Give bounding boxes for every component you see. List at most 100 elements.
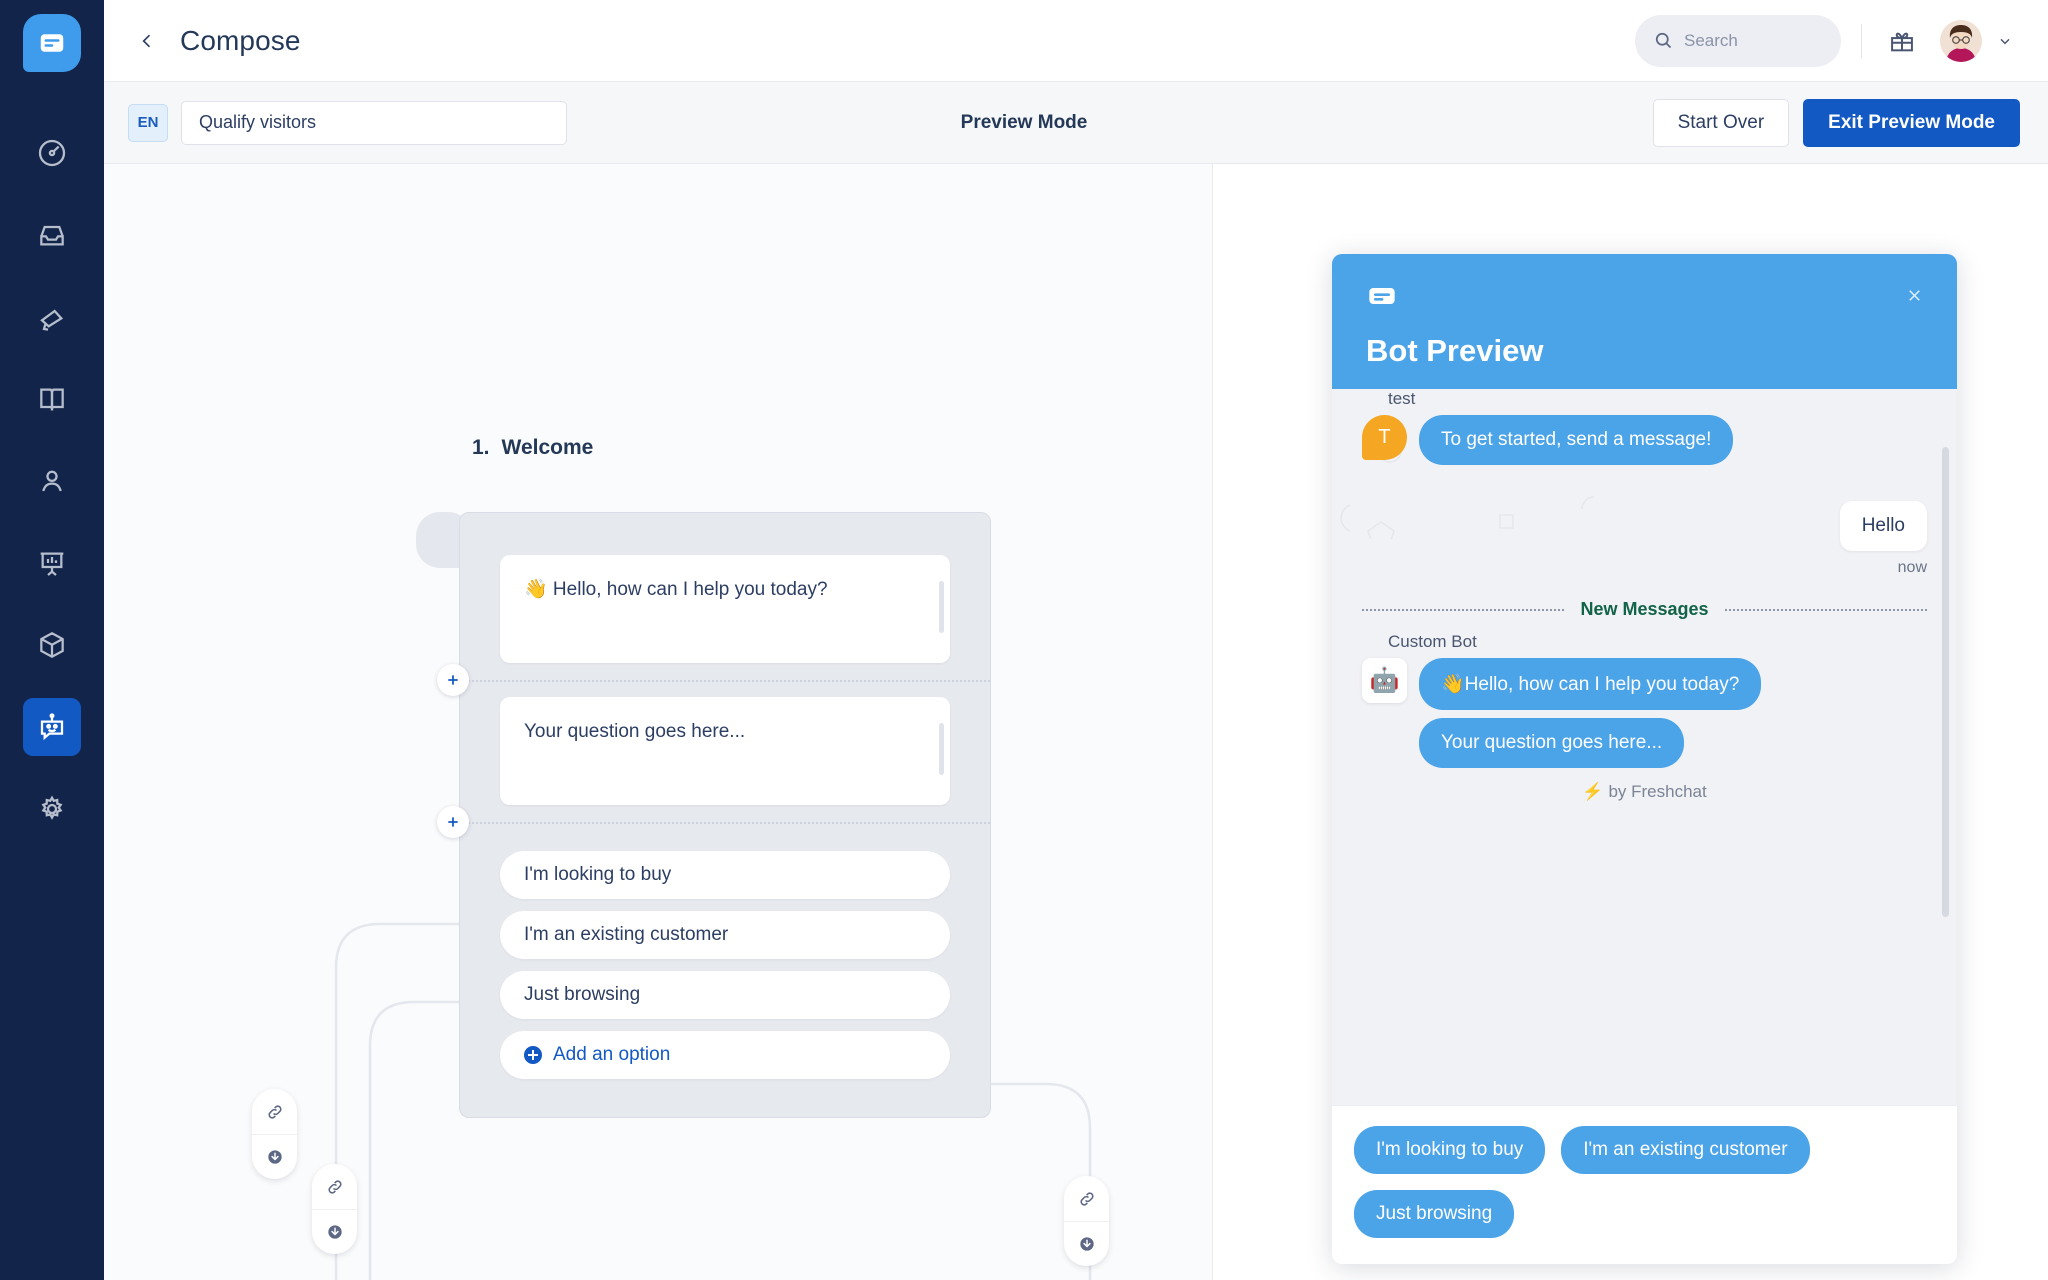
sidebar-item-settings[interactable] [23,780,81,838]
insert-divider [460,680,990,682]
gift-button[interactable] [1882,21,1922,61]
account-menu-button[interactable] [1990,26,2020,56]
page-title: Compose [180,24,301,56]
agent-message-row: T To get started, send a message! [1362,415,1927,465]
node-option[interactable]: I'm an existing customer [500,911,950,959]
quick-reply-button[interactable]: I'm an existing customer [1561,1126,1810,1174]
node-message-text: 👋 Hello, how can I help you today? [524,579,828,600]
jump-down-button[interactable] [312,1209,357,1254]
chat-messages: test T To get started, send a message! H… [1362,389,1928,812]
link-icon [1079,1191,1094,1206]
flow-node-welcome[interactable]: 👋 Hello, how can I help you today? Your … [437,512,991,1118]
quick-reply-bar: I'm looking to buy I'm an existing custo… [1332,1105,1957,1264]
node-message-bubble[interactable]: 👋 Hello, how can I help you today? [500,555,950,663]
user-icon [42,470,62,492]
plus-circle-icon [524,1046,542,1064]
sidebar-item-reports[interactable] [23,534,81,592]
download-circle-icon [267,1150,282,1164]
jump-down-button[interactable] [252,1134,297,1179]
flow-canvas[interactable]: 1. Welcome 👋 Hello, how can I help you to… [104,164,1213,1280]
book-icon [40,388,64,412]
close-icon[interactable] [1899,280,1929,310]
jump-down-button[interactable] [1064,1221,1109,1266]
node-message-text: Your question goes here... [524,721,746,742]
exit-preview-mode-button[interactable]: Exit Preview Mode [1803,98,2020,147]
gift-icon [1891,32,1913,51]
search-icon [1655,32,1672,49]
new-messages-divider: New Messages [1362,599,1928,620]
back-button[interactable] [128,22,166,60]
chat-transcript[interactable]: test T To get started, send a message! H… [1332,389,1957,1105]
box-icon [40,631,64,659]
connector-badge [252,1089,297,1179]
workspace: 1. Welcome 👋 Hello, how can I help you to… [104,164,2048,1280]
user-message-row: Hello [1362,501,1927,551]
dashboard-gauge-icon [38,139,66,167]
node-message-bubble[interactable]: Your question goes here... [500,697,950,805]
preview-toolbar-actions: Start Over Exit Preview Mode [1652,98,2020,147]
freshchat-logo-icon [1366,280,1927,317]
search-input[interactable] [1684,30,1814,51]
bot-preview-pane: Bot Preview test T To get started, send … [1213,164,2048,1280]
flow-title-input[interactable] [181,100,567,145]
insert-row [437,663,990,697]
bot-preview-widget: Bot Preview test T To get started, send … [1332,254,1957,1264]
sidebar-item-knowledge-base[interactable] [23,370,81,428]
bubble-scrollbar[interactable] [939,723,944,775]
start-over-button[interactable]: Start Over [1652,98,1790,147]
main-column: Compose Search EN Qualify visitors Previ… [104,0,2048,1280]
divider-line-left [1362,608,1565,611]
chevron-left-icon [142,34,151,47]
chat-scrollbar[interactable] [1942,447,1949,917]
user-avatar [1940,19,1982,62]
avatar[interactable] [1940,19,1982,62]
freshchat-logo-icon[interactable] [23,14,81,72]
robot-avatar-icon: 🤖 [1362,658,1407,703]
add-option-button[interactable]: Add an option [500,1031,950,1079]
bubble-scrollbar[interactable] [939,581,944,633]
link-step-button[interactable] [252,1089,297,1134]
node-option[interactable]: I'm looking to buy [500,851,950,899]
sidebar-item-contacts[interactable] [23,452,81,510]
sidebar-item-dashboard[interactable] [23,124,81,182]
toolbar-divider [1861,23,1862,58]
chevron-down-icon [2000,38,2010,44]
add-option-label: Add an option [553,1044,671,1065]
app-root: Compose Search EN Qualify visitors Previ… [0,0,2048,1280]
sidebar-item-inbox[interactable] [23,206,81,264]
left-nav-rail [0,0,104,1280]
agent-avatar: T [1362,415,1407,460]
widget-title: Bot Preview [1366,333,1544,368]
link-icon [327,1179,342,1194]
sidebar-item-bots[interactable] [23,698,81,756]
bolt-icon: ⚡ [1582,782,1604,801]
top-bar: Compose [104,0,2048,82]
user-message-timestamp: now [1897,559,1927,576]
bot-message-bubble: 👋Hello, how can I help you today? [1419,658,1762,710]
insert-step-button[interactable] [437,664,469,696]
presentation-chart-icon [40,552,64,576]
preview-mode-label: Preview Mode [960,111,1088,133]
bot-message-row: Your question goes here... [1362,718,1927,768]
node-option[interactable]: Just browsing [500,971,950,1019]
powered-by-text: by Freshchat [1608,782,1707,801]
quick-reply-button[interactable]: I'm looking to buy [1354,1126,1546,1174]
link-step-button[interactable] [1064,1176,1109,1221]
search-box[interactable] [1635,14,1841,67]
gear-icon [41,795,63,820]
connector-badge [312,1164,357,1254]
widget-header: Bot Preview [1332,254,1957,389]
preview-toolbar: EN Preview Mode Start Over Exit Preview … [104,82,2048,164]
top-bar-actions [1635,14,2020,67]
quick-reply-button[interactable]: Just browsing [1354,1190,1515,1238]
insert-step-button[interactable] [437,806,469,838]
node-index: 1. [472,436,490,459]
bot-message-row: 🤖 👋Hello, how can I help you today? [1362,658,1927,710]
sidebar-item-apps[interactable] [23,616,81,674]
bot-icon [40,713,64,741]
divider-line-right [1724,608,1928,611]
insert-divider [460,822,990,824]
link-step-button[interactable] [312,1164,357,1209]
sidebar-item-campaigns[interactable] [23,288,81,346]
language-badge[interactable]: EN [128,103,168,142]
